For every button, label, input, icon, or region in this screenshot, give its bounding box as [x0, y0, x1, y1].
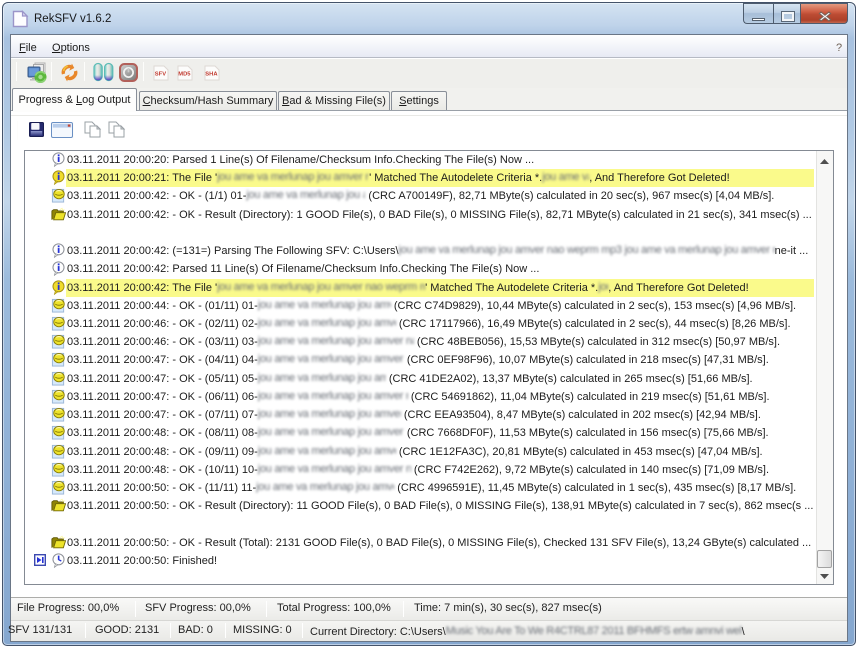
- svg-text:MD5: MD5: [178, 72, 191, 78]
- svg-text:SHA: SHA: [205, 72, 218, 78]
- svg-text:SFV: SFV: [155, 72, 166, 78]
